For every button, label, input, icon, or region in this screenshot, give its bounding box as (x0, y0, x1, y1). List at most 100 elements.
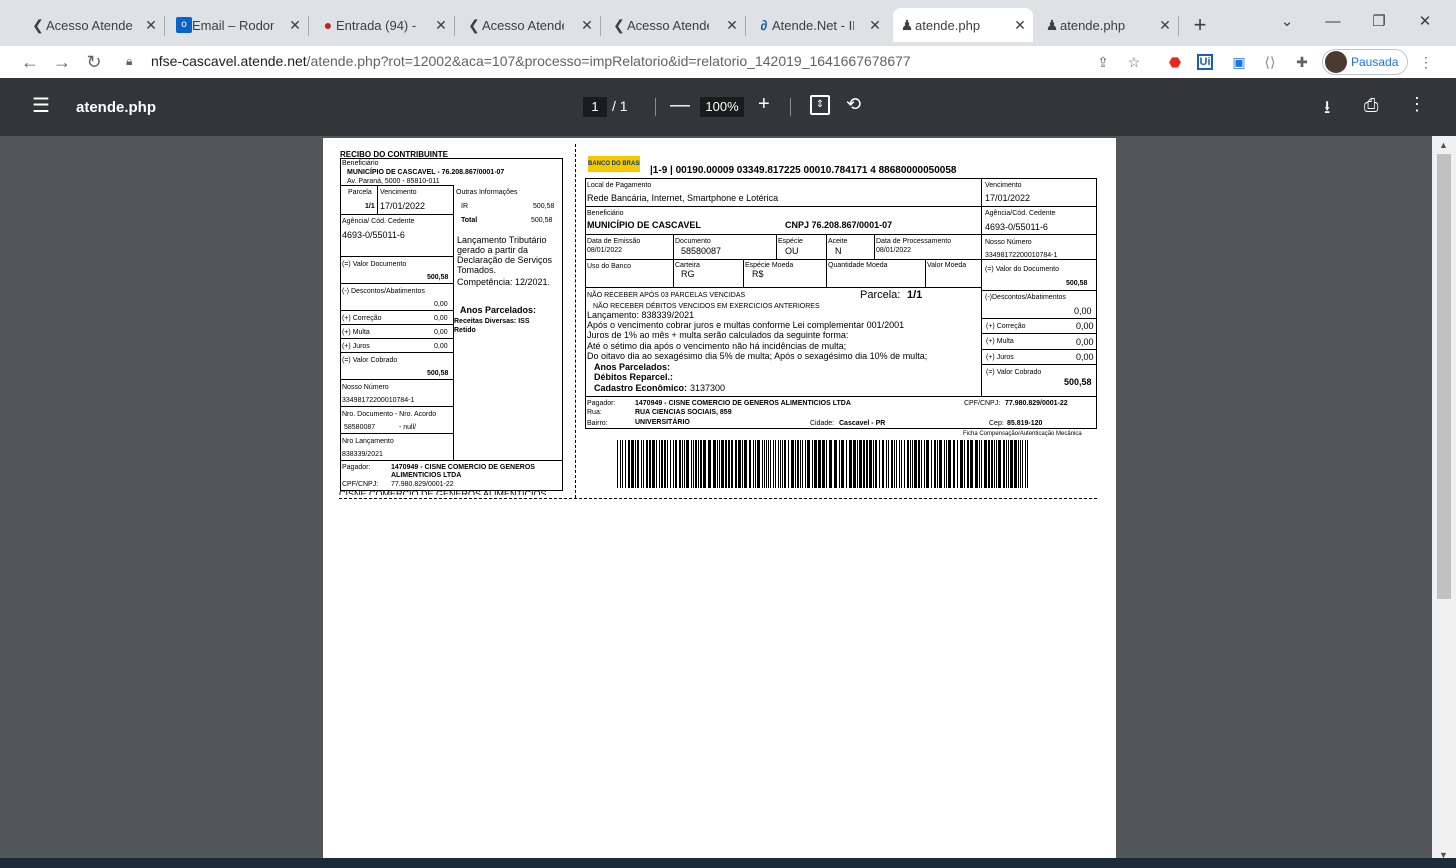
tab[interactable]: ❮ Acesso Atende ✕ (605, 8, 746, 42)
pdf-page: RECIBO DO CONTRIBUINTE Beneficiário MUNI… (323, 138, 1116, 868)
puzzle-icon[interactable]: ✚ (1292, 52, 1312, 72)
back-icon[interactable]: ← (18, 50, 42, 74)
recibo-valor-doc: 500,58 (427, 274, 449, 281)
lock-icon[interactable]: 🔒︎ (126, 54, 132, 69)
tab[interactable]: ♟ atende.php ✕ (1038, 8, 1179, 42)
new-tab-button[interactable]: + (1186, 12, 1214, 40)
scrollbar-thumb[interactable] (1437, 154, 1451, 599)
scrollbar[interactable]: ▲ ▼ (1432, 136, 1456, 868)
tab-active[interactable]: ♟ atende.php ✕ (893, 8, 1033, 42)
tab[interactable]: ● Entrada (94) - r ✕ (314, 8, 455, 42)
label: Cidade: (810, 420, 835, 427)
more-icon[interactable]: ⋮ (1408, 94, 1426, 115)
page-count: / 1 (612, 98, 628, 114)
share-icon[interactable]: ⇪ (1093, 52, 1113, 72)
boleto-desc: 0,00 (1074, 306, 1092, 316)
label: Parcela (348, 189, 372, 196)
label: (=) Valor Documento (342, 261, 407, 268)
tab-title: atende.php (915, 17, 981, 33)
label: (=) Valor Cobrado (986, 369, 1042, 376)
label: Nro. Documento - Nro. Acordo (342, 411, 437, 418)
pdf-viewer[interactable]: RECIBO DO CONTRIBUINTE Beneficiário MUNI… (0, 136, 1432, 868)
forward-icon[interactable]: → (50, 50, 74, 74)
label: Local de Pagamento (587, 182, 652, 189)
close-icon[interactable]: ✕ (578, 16, 596, 34)
recibo-anos: Anos Parcelados: (460, 305, 537, 315)
close-icon[interactable]: ✕ (723, 16, 741, 34)
close-icon[interactable]: ✕ (1156, 16, 1174, 34)
person-icon: ♟ (900, 17, 914, 33)
fit-page-icon[interactable]: ⇕ (810, 95, 830, 115)
boleto-parcela-lbl: Parcela: (860, 289, 901, 301)
reload-icon[interactable]: ↻ (82, 50, 106, 74)
recibo-cobrado: 500,58 (427, 370, 449, 377)
page-input[interactable]: 1 (583, 97, 607, 117)
boleto-proc: 08/01/2022 (876, 247, 912, 254)
pdf-toolbar: ☰ atende.php 1 / 1 — 100% + ⇕ ⟲ ⭳ ⎙ ⋮ (0, 78, 1456, 136)
zoom-in-icon[interactable]: + (758, 93, 770, 116)
menu-icon[interactable]: ⋮ (1416, 52, 1436, 72)
rotate-icon[interactable]: ⟲ (846, 94, 861, 115)
boleto-cpf: 77.980.829/0001-22 (1005, 400, 1068, 407)
pdf-title: atende.php (76, 99, 157, 116)
tab[interactable]: ❮ Acesso Atende ✕ (24, 8, 165, 42)
boleto-moeda: R$ (752, 269, 764, 279)
tab[interactable]: ∂ Atende.Net - IP ✕ (750, 8, 888, 42)
tab-title: Acesso Atende (46, 17, 133, 33)
restore-icon[interactable]: ❐ (1364, 10, 1394, 34)
profile-button[interactable]: Pausada (1322, 49, 1408, 75)
boleto-bairro: UNIVERSITÁRIO (635, 419, 690, 426)
recibo-descontos: 0,00 (434, 301, 448, 308)
tab[interactable]: o Email – Rodom ✕ (170, 8, 309, 42)
recibo-agencia: 4693-0/55011-6 (342, 230, 405, 240)
close-icon[interactable]: ✕ (142, 16, 160, 34)
label: Bairro: (587, 420, 608, 427)
zoom-out-icon[interactable]: — (670, 94, 690, 117)
close-icon[interactable]: ✕ (866, 16, 884, 34)
boleto-aceite: N (835, 246, 842, 256)
tab-title: atende.php (1060, 17, 1126, 33)
download-icon[interactable]: ⭳ (1324, 95, 1330, 125)
close-window-icon[interactable]: ✕ (1410, 10, 1440, 34)
instr: NÃO RECEBER APÓS 03 PARCELAS VENCIDAS (587, 292, 746, 299)
uipath-icon[interactable]: Ui (1197, 54, 1213, 70)
zoom-input[interactable]: 100% (700, 97, 744, 117)
instr: Juros de 1% ao mês + multa serão calcula… (587, 330, 849, 340)
close-icon[interactable]: ✕ (1011, 16, 1029, 34)
hamburger-icon[interactable]: ☰ (32, 96, 52, 116)
recibo-pagador2: ALIMENTICIOS LTDA (391, 472, 462, 479)
close-icon[interactable]: ✕ (432, 16, 450, 34)
scroll-up-icon[interactable]: ▲ (1439, 140, 1448, 150)
chevron-left-icon: ❮ (32, 17, 44, 33)
person-icon: ♟ (1045, 17, 1059, 33)
print-icon[interactable]: ⎙ (1364, 95, 1378, 116)
code-icon[interactable]: ⟨⟩ (1260, 52, 1280, 72)
recibo-correcao: 0,00 (434, 315, 448, 322)
label: Vencimento (985, 182, 1022, 189)
adblock-icon[interactable]: ⬣ (1165, 52, 1185, 72)
extension-icon[interactable]: ▣ (1229, 52, 1249, 72)
tab-search-icon[interactable]: ⌄ (1272, 10, 1302, 34)
recibo-cpf: 77.980.829/0001-22 (391, 481, 454, 488)
boleto-ag: 4693-0/55011-6 (985, 222, 1048, 232)
recibo-nosso: 33498172200010784-1 (342, 397, 415, 404)
recibo-juros: 0,00 (434, 343, 448, 350)
close-icon[interactable]: ✕ (286, 16, 304, 34)
chevron-left-icon: ❮ (468, 17, 480, 33)
taskbar (0, 858, 1456, 868)
recibo-ir: 500,58 (533, 203, 555, 210)
cut-line (575, 144, 576, 498)
tab[interactable]: ❮ Acesso Atende ✕ (460, 8, 601, 42)
label: Vencimento (380, 189, 417, 196)
profile-label: Pausada (1351, 55, 1399, 69)
label: Valor Moeda (927, 262, 967, 269)
minimize-icon[interactable]: — (1318, 10, 1348, 34)
instr: Do oitavo dia ao sexagésimo dia 5% de mu… (587, 351, 928, 361)
boleto-multa: 0,00 (1076, 337, 1094, 347)
recibo-info: Tomados. (457, 265, 497, 275)
label: Data de Emissão (587, 238, 641, 245)
boleto-carteira: RG (681, 269, 695, 279)
star-icon[interactable]: ☆ (1124, 52, 1144, 72)
url-input[interactable]: nfse-cascavel.atende.net/atende.php?rot=… (151, 53, 911, 69)
label: (=) Valor Cobrado (342, 357, 398, 364)
